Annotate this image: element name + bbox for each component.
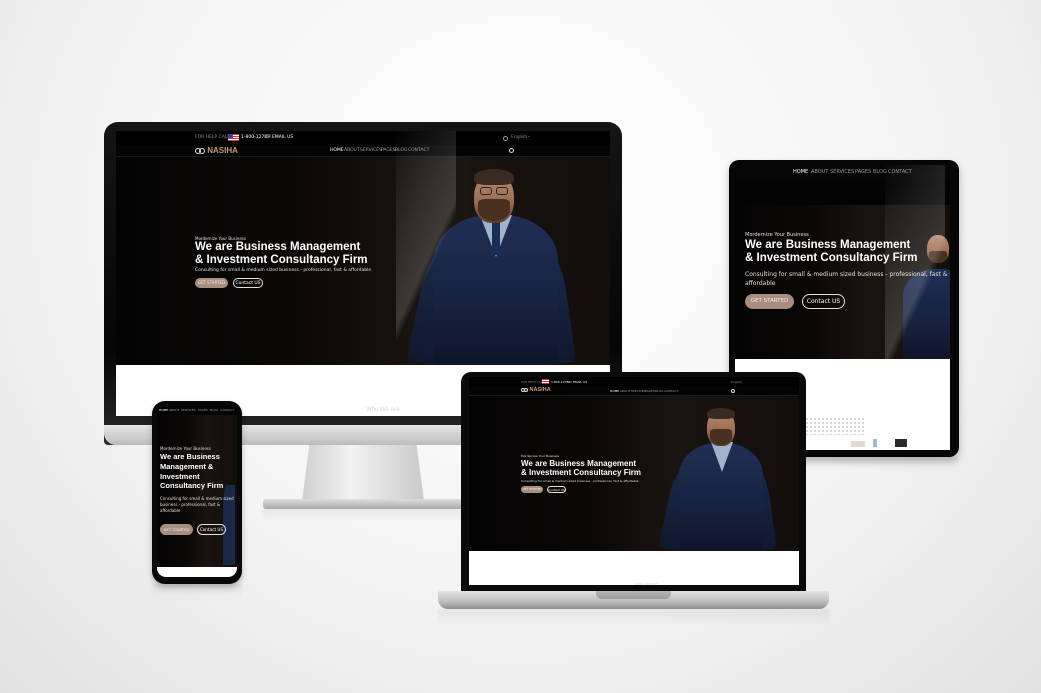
- laptop-us-flag-icon: [542, 379, 549, 384]
- laptop-reflection: [438, 609, 829, 625]
- monitor-stand-neck: [302, 445, 424, 501]
- phone-contact-us-button[interactable]: Contact US: [197, 524, 226, 535]
- laptop-nav-about[interactable]: ABOUT: [620, 389, 630, 393]
- laptop-hero-image: [658, 406, 781, 551]
- globe-icon: [503, 136, 508, 141]
- laptop-notch: [596, 591, 671, 599]
- help-prefix: FOR HELP CALL: [195, 135, 230, 140]
- laptop-get-started-button[interactable]: GET STARTED: [521, 486, 543, 493]
- phone-nav-home[interactable]: HOME: [159, 408, 168, 412]
- phone-nav-services[interactable]: SERVICES: [181, 408, 196, 412]
- nav-about[interactable]: ABOUT: [344, 148, 360, 153]
- laptop-nav-contact[interactable]: CONTACT: [664, 389, 678, 393]
- tablet-nav-pages[interactable]: PAGES: [855, 169, 871, 175]
- tablet-nav-services[interactable]: SERVICES: [830, 169, 854, 175]
- logo-text: NASIHA: [207, 146, 238, 155]
- phone-headline: We are Business Management & Investment …: [160, 452, 224, 491]
- chevron-down-icon: ⌄: [527, 134, 531, 139]
- phone-below-hero: [157, 567, 237, 577]
- tablet-navbar: HOME ABOUT SERVICES PAGES BLOG CONTACT: [735, 165, 950, 179]
- tablet-headline: We are Business Management & Investment …: [745, 239, 918, 265]
- phone-nav-about[interactable]: ABOUT: [169, 408, 179, 412]
- tablet-kicker: Mordernize Your Business: [745, 232, 809, 238]
- phone-nav-pages[interactable]: PAGES: [198, 408, 208, 412]
- laptop-language-select[interactable]: English: [731, 380, 742, 384]
- search-icon[interactable]: [509, 148, 514, 153]
- tablet-hero-section: Mordernize Your Business We are Business…: [735, 205, 950, 359]
- phone-subline: Consulting for small & medium sized busi…: [160, 496, 234, 513]
- dot-pattern: [805, 417, 865, 435]
- laptop-logo-text: NASIHA: [529, 387, 551, 393]
- tablet-subline: Consulting for small & medium sized busi…: [745, 271, 948, 287]
- phone-nav-blog[interactable]: BLOG: [210, 408, 218, 412]
- laptop-nav-blog[interactable]: BLOG: [655, 389, 663, 393]
- laptop-email-link[interactable]: EMAIL US: [573, 380, 587, 384]
- tablet-nav-home[interactable]: HOME: [793, 169, 808, 175]
- tablet-contact-us-button[interactable]: Contact US: [802, 294, 845, 309]
- laptop-navbar: NASIHA HOME ABOUT SERVICES PAGES BLOG CO…: [469, 387, 799, 396]
- laptop-screen: FOR HELP CALL 1-800-12789 OR EMAIL US En…: [469, 377, 799, 585]
- laptop-below-hero: Who We Are: [469, 551, 799, 585]
- monitor-stand-foot: [263, 499, 463, 509]
- topbar: FOR HELP CALL 1-800-12789 OR EMAIL US En…: [116, 131, 610, 145]
- us-flag-icon: [228, 134, 239, 141]
- laptop-nav-pages[interactable]: PAGES: [645, 389, 655, 393]
- section-heading: Who We Are: [366, 407, 400, 413]
- laptop-logo[interactable]: NASIHA: [521, 387, 551, 393]
- contact-us-button[interactable]: Contact US: [233, 278, 263, 288]
- phone-reflection: [152, 584, 242, 598]
- nav-services[interactable]: SERVICES: [360, 148, 382, 153]
- nav-home[interactable]: HOME: [330, 148, 344, 153]
- tablet-nav-about[interactable]: ABOUT: [811, 169, 828, 175]
- laptop-headline: We are Business Management & Investment …: [521, 459, 642, 478]
- phone-screen: HOME ABOUT SERVICES PAGES BLOG CONTACT M…: [157, 406, 237, 577]
- laptop-kicker: Mordernize Your Business: [521, 454, 560, 458]
- hero-section: Mordernize Your Business We are Business…: [116, 157, 610, 365]
- laptop-section-heading: Who We Are: [635, 581, 658, 585]
- laptop-hero-section: Mordernize Your Business We are Business…: [469, 396, 799, 551]
- or-text: OR: [265, 135, 272, 140]
- phone-get-started-button[interactable]: GET STARTED: [160, 524, 193, 535]
- monitor-reflection: [263, 509, 463, 521]
- tablet-nav-blog[interactable]: BLOG: [873, 169, 887, 175]
- hero-subline: Consulting for small & medium sized busi…: [195, 268, 372, 273]
- laptop-subline: Consulting for small & medium sized busi…: [521, 479, 639, 483]
- nav-blog[interactable]: BLOG: [395, 148, 407, 153]
- tablet-nav-contact[interactable]: CONTACT: [888, 169, 912, 175]
- nav-contact[interactable]: CONTACT: [408, 148, 429, 153]
- language-select[interactable]: English: [511, 135, 527, 140]
- logo[interactable]: NASIHA: [195, 146, 238, 155]
- hero-headline: We are Business Management & Investment …: [195, 241, 368, 267]
- get-started-button[interactable]: GET STARTED: [195, 278, 228, 288]
- navbar: NASIHA HOME ABOUT SERVICES PAGES BLOG CO…: [116, 145, 610, 157]
- laptop-contact-us-button[interactable]: Contact US: [547, 486, 566, 493]
- laptop-topbar: FOR HELP CALL 1-800-12789 OR EMAIL US En…: [469, 377, 799, 387]
- phone-kicker: Mordernize Your Business: [160, 446, 211, 451]
- phone-nav-contact[interactable]: CONTACT: [220, 408, 234, 412]
- laptop-nav-home[interactable]: HOME: [610, 389, 619, 393]
- laptop-help-prefix: FOR HELP CALL: [521, 380, 545, 384]
- hero-businessman-image: [406, 167, 586, 365]
- laptop-or-text: OR: [568, 380, 573, 384]
- laptop-nav-services[interactable]: SERVICES: [631, 389, 646, 393]
- laptop-search-icon[interactable]: [731, 389, 735, 393]
- nav-pages[interactable]: PAGES: [381, 148, 396, 153]
- email-link[interactable]: EMAIL US: [272, 135, 293, 140]
- phone-hero-section: Mordernize Your Business We are Business…: [157, 415, 237, 567]
- phone-navbar: HOME ABOUT SERVICES PAGES BLOG CONTACT: [157, 406, 237, 415]
- tablet-hero-dark-top: [735, 179, 950, 205]
- tablet-get-started-button[interactable]: GET STARTED: [745, 294, 794, 309]
